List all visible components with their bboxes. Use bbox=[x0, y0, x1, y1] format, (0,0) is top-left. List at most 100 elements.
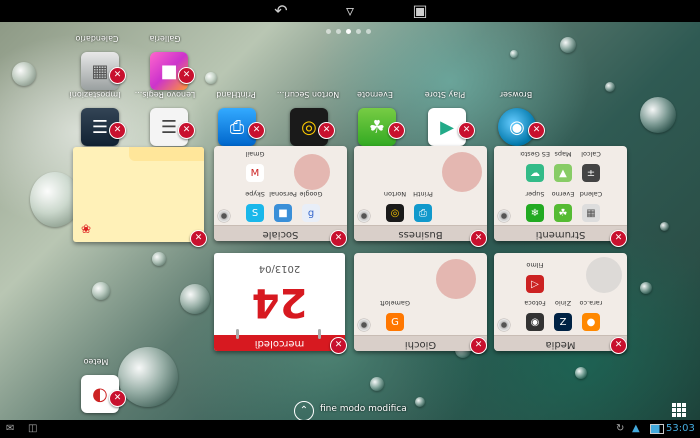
wifi-icon: ▲ bbox=[632, 423, 640, 434]
folder-handle[interactable] bbox=[218, 210, 230, 222]
calendar-weekday-bar: mercoledì bbox=[214, 335, 345, 351]
camera-icon: ◉ bbox=[526, 313, 544, 331]
skype-icon: S bbox=[246, 204, 264, 222]
folder-item-label: Maps bbox=[554, 150, 572, 158]
folder-giochi[interactable]: G Gameloft Giochi bbox=[354, 253, 487, 351]
folder-item-label: Google bbox=[299, 190, 323, 198]
calendar-widget[interactable]: 2013/04 24 mercoledì bbox=[214, 253, 345, 351]
remove-folder-button[interactable]: ✕ bbox=[330, 230, 347, 247]
folder-decoration bbox=[442, 152, 482, 192]
app-label-play-store: Play Store bbox=[424, 90, 466, 99]
water-drop bbox=[510, 50, 518, 58]
app-label-galleria: Galleria bbox=[149, 34, 181, 43]
folder-item-label: Personal bbox=[269, 190, 297, 198]
end-edit-mode-label: fine modo modifica bbox=[320, 404, 407, 414]
remove-app-button[interactable]: ✕ bbox=[388, 122, 405, 139]
folder-strumenti[interactable]: ❄ ☘ ▦ ☁ ▲ ± Super Everno Calend ES Gesto… bbox=[494, 146, 627, 241]
water-drop bbox=[660, 222, 669, 231]
page-indicator-dot[interactable] bbox=[356, 29, 361, 34]
remove-app-button[interactable]: ✕ bbox=[109, 122, 126, 139]
folder-item-label: Zinio bbox=[554, 299, 572, 307]
folder-band: Strumenti bbox=[494, 225, 627, 241]
remove-folder-button[interactable]: ✕ bbox=[610, 337, 627, 354]
battery-icon bbox=[650, 424, 664, 434]
folder-band: Business bbox=[354, 225, 487, 241]
folder-media[interactable]: ◉ Z ● ▷ Fotoca Zinio rara.co Filmo Media bbox=[494, 253, 627, 351]
page-indicator-dot-active[interactable] bbox=[346, 29, 351, 34]
status-bar: ✉ ◫ ↻ ▲ 53:03 bbox=[0, 420, 700, 438]
folder-band: Sociale bbox=[214, 225, 347, 241]
page-indicator-dot[interactable] bbox=[326, 29, 331, 34]
water-drop bbox=[92, 282, 110, 300]
calendar-month: 2013/04 bbox=[258, 263, 301, 274]
recents-icon[interactable]: ▣ bbox=[407, 1, 433, 21]
water-drop bbox=[640, 282, 652, 294]
widget-label: Meteo bbox=[83, 357, 109, 366]
remove-app-button[interactable]: ✕ bbox=[178, 122, 195, 139]
remove-widget-button[interactable]: ✕ bbox=[190, 230, 207, 247]
remove-app-button[interactable]: ✕ bbox=[528, 122, 545, 139]
app-label-impostazioni: Impostazioni bbox=[69, 90, 121, 99]
folder-title: Media bbox=[545, 339, 576, 350]
remove-app-button[interactable]: ✕ bbox=[318, 122, 335, 139]
water-drop bbox=[605, 82, 615, 92]
water-drop bbox=[205, 72, 217, 84]
folder-sociale[interactable]: S ■ g M Skype Personal Google Gmail Soci… bbox=[214, 146, 347, 241]
folder-item-label: Calend bbox=[579, 190, 603, 198]
printhand-icon: ⎙ bbox=[414, 204, 432, 222]
folder-title: Business bbox=[398, 229, 443, 240]
app-label-evernote: Evernote bbox=[357, 90, 393, 99]
google-icon: g bbox=[302, 204, 320, 222]
gmail-icon: M bbox=[246, 164, 264, 182]
page-indicator-dot[interactable] bbox=[336, 29, 341, 34]
folder-handle[interactable] bbox=[358, 210, 370, 222]
back-arrow-icon[interactable]: ↶ bbox=[268, 1, 294, 21]
remove-app-button[interactable]: ✕ bbox=[109, 67, 126, 84]
water-drop bbox=[560, 37, 576, 53]
folder-item-label: Calcol bbox=[581, 150, 601, 158]
folder-item-label: Gameloft bbox=[380, 299, 410, 307]
folder-item-label: rara.co bbox=[579, 299, 603, 307]
folder-item-label: Fotoca bbox=[524, 299, 546, 307]
water-drop bbox=[12, 62, 36, 86]
calendar-ring bbox=[318, 329, 321, 339]
sticky-note-widget[interactable]: ❀ bbox=[73, 147, 204, 242]
calendar-ring bbox=[236, 329, 239, 339]
folder-band: Media bbox=[494, 335, 627, 351]
folder-item-label: PrintH bbox=[413, 190, 433, 198]
navigation-bar: ↶ ▿ ▣ bbox=[0, 0, 700, 22]
folder-item-label: Gmail bbox=[245, 150, 265, 158]
remove-app-button[interactable]: ✕ bbox=[458, 122, 475, 139]
remove-widget-button[interactable]: ✕ bbox=[109, 390, 126, 407]
remove-app-button[interactable]: ✕ bbox=[178, 67, 195, 84]
folder-handle[interactable] bbox=[358, 319, 370, 331]
remove-folder-button[interactable]: ✕ bbox=[470, 337, 487, 354]
sync-icon: ↻ bbox=[616, 423, 625, 434]
page-indicator-dot[interactable] bbox=[366, 29, 371, 34]
folder-decoration bbox=[586, 257, 622, 293]
folder-item-label: Skype bbox=[245, 190, 265, 198]
remove-widget-button[interactable]: ✕ bbox=[330, 337, 347, 354]
folder-handle[interactable] bbox=[498, 210, 510, 222]
remove-app-button[interactable]: ✕ bbox=[248, 122, 265, 139]
folder-title: Sociale bbox=[262, 229, 299, 240]
rara-icon: ● bbox=[582, 313, 600, 331]
app-label-printhand: PrintHand bbox=[216, 90, 256, 99]
remove-folder-button[interactable]: ✕ bbox=[610, 230, 627, 247]
folder-handle[interactable] bbox=[498, 319, 510, 331]
personal-icon: ■ bbox=[274, 204, 292, 222]
zinio-icon: Z bbox=[554, 313, 572, 331]
folder-business[interactable]: ◎ ⎙ Norton PrintH Business bbox=[354, 146, 487, 241]
remove-folder-button[interactable]: ✕ bbox=[470, 230, 487, 247]
folder-item-label: ES Gestore bbox=[520, 150, 550, 158]
water-drop bbox=[575, 367, 587, 379]
water-drop bbox=[118, 347, 178, 407]
calendar-day: 24 bbox=[251, 279, 308, 325]
clock-text: 53:03 bbox=[666, 423, 695, 434]
water-drop bbox=[180, 284, 210, 314]
calculator-icon: ± bbox=[582, 164, 600, 182]
water-drop bbox=[370, 377, 384, 391]
all-apps-grid-icon[interactable] bbox=[672, 403, 686, 417]
home-icon[interactable]: ▿ bbox=[337, 1, 363, 21]
super-icon: ❄ bbox=[526, 204, 544, 222]
